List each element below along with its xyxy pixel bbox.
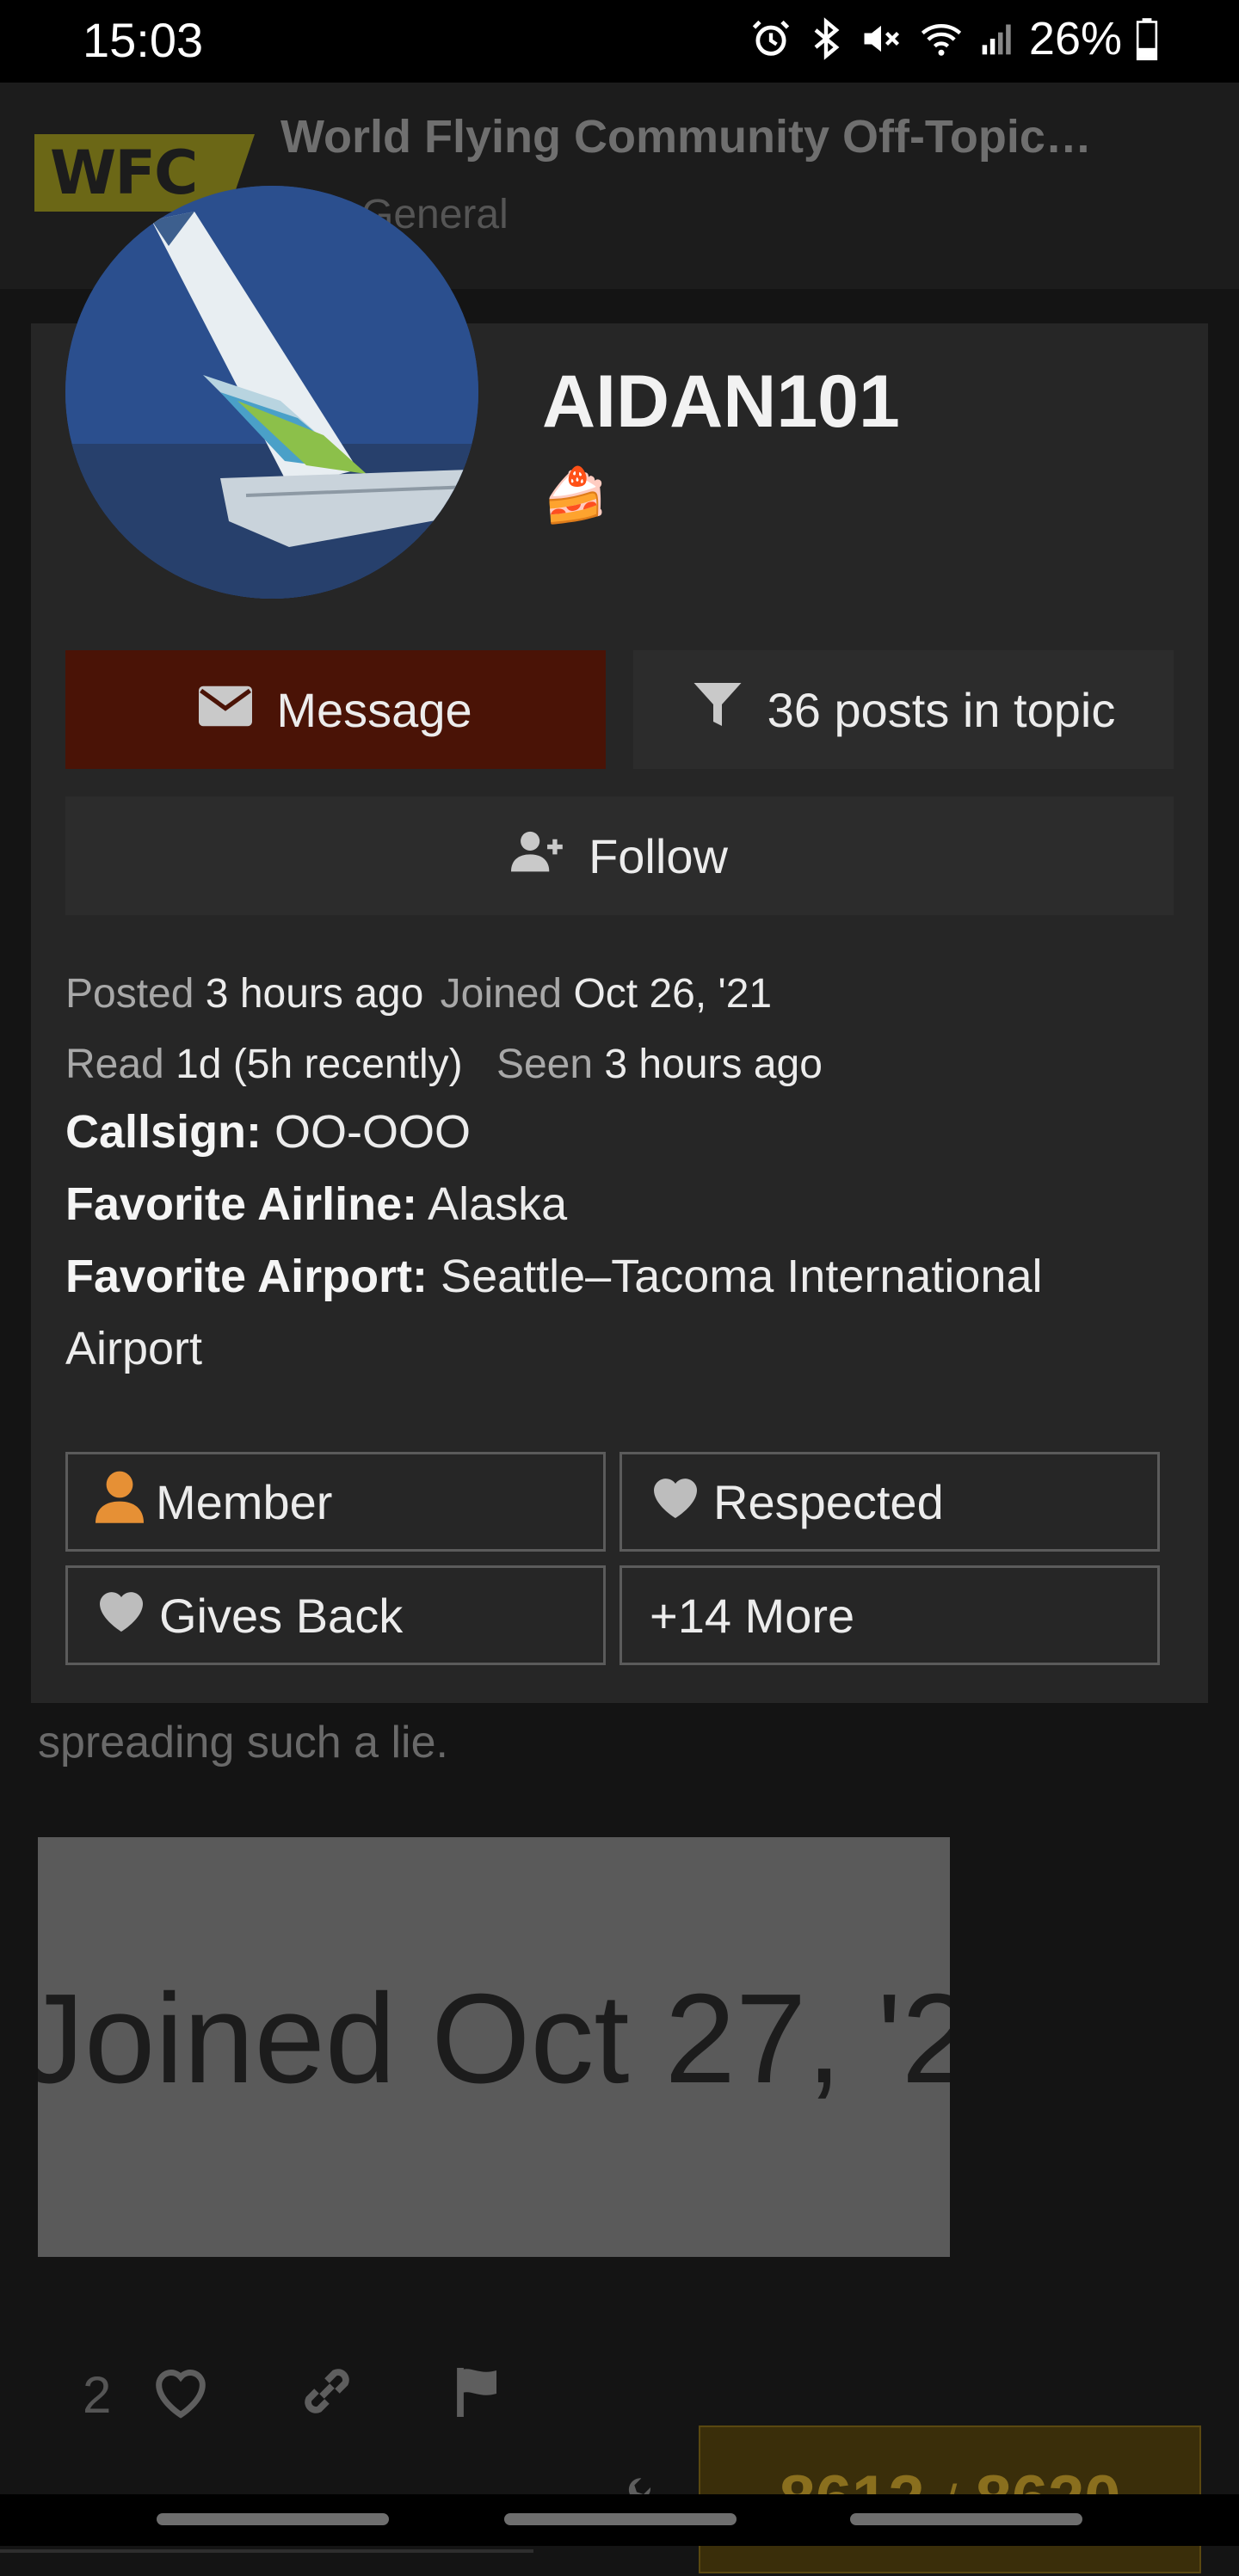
post-image-text: Joined Oct 27, '21 <box>38 1968 950 2110</box>
field-callsign: Callsign: OO-OOO <box>65 1096 1184 1168</box>
status-time: 15:03 <box>83 13 204 67</box>
post-actions: 2 <box>38 2336 571 2522</box>
post-text: spreading such a lie. <box>38 1718 448 1768</box>
status-icons: 26% <box>749 12 1160 65</box>
envelope-icon <box>199 682 253 738</box>
field-label: Favorite Airport: <box>65 1251 428 1302</box>
badge-label: Gives Back <box>159 1588 404 1643</box>
read-value: 1d (5h recently) <box>176 1042 463 1087</box>
badge-label: Respected <box>713 1474 944 1529</box>
flag-icon[interactable] <box>447 2360 509 2426</box>
field-label: Favorite Airline: <box>65 1178 418 1230</box>
cake-day-icon: 🍰 <box>542 466 609 526</box>
seen-value: 3 hours ago <box>604 1042 823 1087</box>
field-favorite-airport: Favorite Airport: Seattle–Tacoma Interna… <box>65 1240 1184 1385</box>
user-card: AIDAN101 🍰 Message 36 posts in topic Fol… <box>31 186 1208 1703</box>
seen-label: Seen <box>496 1042 594 1087</box>
nav-recents-button[interactable] <box>157 2513 389 2525</box>
field-favorite-airline: Favorite Airline: Alaska <box>65 1168 1184 1240</box>
follow-label: Follow <box>589 828 728 883</box>
nav-back-button[interactable] <box>850 2513 1082 2525</box>
field-label: Callsign: <box>65 1106 262 1158</box>
joined-label: Joined <box>440 971 563 1017</box>
post-image[interactable]: Joined Oct 27, '21 <box>38 1837 950 2257</box>
alarm-icon <box>749 16 793 61</box>
filter-posts-button[interactable]: 36 posts in topic <box>633 650 1174 769</box>
avatar[interactable] <box>65 186 478 599</box>
badge-label: +14 More <box>650 1588 855 1643</box>
filter-posts-label: 36 posts in topic <box>767 682 1116 737</box>
link-icon[interactable] <box>296 2360 358 2426</box>
posted-value: 3 hours ago <box>205 971 424 1017</box>
like-button[interactable] <box>148 2360 213 2425</box>
heart-icon <box>650 1472 701 1532</box>
like-count: 2 <box>83 2366 112 2424</box>
battery-icon <box>1134 16 1160 61</box>
field-value: OO-OOO <box>274 1106 472 1158</box>
system-nav-bar <box>0 2494 1239 2546</box>
nav-home-button[interactable] <box>504 2513 737 2525</box>
read-label: Read <box>65 1042 164 1087</box>
user-icon <box>96 1470 144 1534</box>
signal-icon <box>979 16 1017 61</box>
heart-icon <box>96 1586 147 1645</box>
filter-icon <box>692 679 743 741</box>
battery-percent: 26% <box>1028 13 1122 65</box>
follow-button[interactable]: Follow <box>65 796 1174 915</box>
user-plus-icon <box>511 827 564 885</box>
wifi-icon <box>915 16 967 61</box>
posted-label: Posted <box>65 971 194 1017</box>
mute-icon <box>859 16 903 61</box>
topic-title[interactable]: World Flying Community Off-Topic… <box>280 110 1092 163</box>
status-bar: 15:03 26% <box>0 0 1239 83</box>
badge-respected[interactable]: Respected <box>620 1452 1160 1552</box>
message-label: Message <box>276 682 472 737</box>
more-badges-button[interactable]: +14 More <box>620 1565 1160 1665</box>
meta-row-1: Posted 3 hours ago Joined Oct 26, '21 <box>65 970 772 1017</box>
badge-member[interactable]: Member <box>65 1452 606 1552</box>
badge-gives-back[interactable]: Gives Back <box>65 1565 606 1665</box>
bluetooth-icon <box>805 16 847 61</box>
meta-row-2: Read 1d (5h recently) Seen 3 hours ago <box>65 1041 823 1088</box>
divider <box>0 2549 533 2553</box>
joined-value: Oct 26, '21 <box>573 971 773 1017</box>
username: AIDAN101 <box>542 360 900 443</box>
message-button[interactable]: Message <box>65 650 606 769</box>
badge-label: Member <box>156 1474 333 1529</box>
field-value: Alaska <box>428 1178 568 1230</box>
